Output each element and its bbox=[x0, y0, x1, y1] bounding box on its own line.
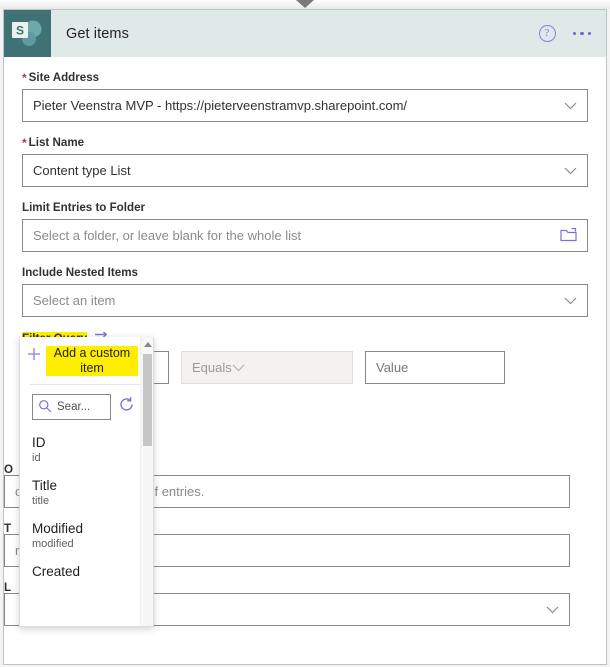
refresh-icon[interactable] bbox=[118, 396, 135, 418]
field-list-name: * List Name Content type List bbox=[22, 136, 588, 187]
site-address-input[interactable]: Pieter Veenstra MVP - https://pieterveen… bbox=[22, 89, 588, 122]
add-custom-item-option[interactable]: Add a custom item bbox=[20, 337, 153, 382]
list-name-label: * List Name bbox=[22, 136, 588, 154]
list-item[interactable]: Title title bbox=[20, 471, 153, 514]
ellipsis-dot bbox=[587, 31, 591, 36]
card-header: S Get items ? bbox=[4, 10, 606, 57]
more-options-icon[interactable] bbox=[572, 31, 591, 36]
filter-query-value-placeholder: Value bbox=[376, 360, 409, 375]
limit-entries-label-text: Limit Entries to Folder bbox=[22, 201, 146, 214]
field-limit-entries-to-folder: Limit Entries to Folder Select a folder,… bbox=[22, 201, 588, 252]
required-indicator: * bbox=[22, 135, 27, 150]
help-icon[interactable]: ? bbox=[538, 25, 556, 42]
limit-entries-placeholder: Select a folder, or leave blank for the … bbox=[33, 228, 302, 243]
ellipsis-dot bbox=[580, 31, 584, 36]
sharepoint-icon: S bbox=[4, 10, 51, 57]
include-nested-input[interactable]: Select an item bbox=[22, 284, 588, 317]
chevron-down-icon[interactable] bbox=[564, 167, 577, 175]
required-indicator: * bbox=[22, 70, 27, 85]
card-header-actions: ? bbox=[538, 25, 607, 42]
add-custom-item-label: Add a custom item bbox=[46, 346, 138, 376]
list-name-input[interactable]: Content type List bbox=[22, 154, 588, 187]
list-name-value: Content type List bbox=[33, 163, 131, 178]
list-item-title: Created bbox=[32, 564, 81, 579]
caret-up-icon[interactable] bbox=[144, 342, 152, 347]
chevron-down-icon[interactable] bbox=[546, 606, 559, 614]
chevron-down-icon[interactable] bbox=[232, 364, 245, 372]
list-item-internal-name: modified bbox=[32, 538, 74, 550]
filter-query-value-input[interactable]: Value bbox=[365, 351, 505, 384]
ellipsis-dot bbox=[572, 31, 576, 36]
dropdown-search-row: Sear... bbox=[20, 385, 153, 428]
include-nested-label: Include Nested Items bbox=[22, 266, 588, 284]
action-card: S Get items ? * Site Address Pieter Veen… bbox=[3, 9, 607, 665]
filter-query-operator-select[interactable]: Equals bbox=[181, 351, 353, 384]
filter-query-operator-value: Equals bbox=[192, 360, 232, 375]
collapse-chevron-icon[interactable] bbox=[296, 0, 314, 8]
site-address-label: * Site Address bbox=[22, 71, 588, 89]
include-nested-label-text: Include Nested Items bbox=[22, 266, 138, 279]
top-strip bbox=[0, 0, 610, 9]
screen: S Get items ? * Site Address Pieter Veen… bbox=[0, 0, 610, 667]
search-input[interactable]: Sear... bbox=[32, 394, 111, 420]
list-item-internal-name: title bbox=[32, 495, 50, 507]
search-placeholder: Sear... bbox=[57, 401, 91, 413]
field-site-address: * Site Address Pieter Veenstra MVP - htt… bbox=[22, 71, 588, 122]
field-include-nested-items: Include Nested Items Select an item bbox=[22, 266, 588, 317]
limit-entries-label: Limit Entries to Folder bbox=[22, 201, 588, 219]
column-dropdown-flyout: Add a custom item Sear... ID id Title ti… bbox=[19, 337, 154, 627]
site-address-value: Pieter Veenstra MVP - https://pieterveen… bbox=[33, 98, 408, 113]
svg-text:S: S bbox=[16, 24, 24, 38]
list-item[interactable]: ID id bbox=[20, 428, 153, 471]
list-item-internal-name: id bbox=[32, 452, 41, 464]
site-address-label-text: Site Address bbox=[28, 71, 100, 84]
list-item[interactable]: Modified modified bbox=[20, 514, 153, 557]
list-item-title: ID bbox=[32, 435, 46, 450]
folder-icon[interactable] bbox=[560, 227, 577, 245]
plus-icon bbox=[26, 346, 42, 367]
list-item-title: Title bbox=[32, 478, 58, 493]
card-title: Get items bbox=[66, 25, 129, 42]
list-name-label-text: List Name bbox=[28, 136, 85, 149]
chevron-down-icon[interactable] bbox=[564, 102, 577, 110]
chevron-down-icon[interactable] bbox=[564, 297, 577, 305]
list-item[interactable]: Created bbox=[20, 557, 153, 585]
scrollbar-thumb[interactable] bbox=[143, 354, 152, 446]
dropdown-scrollbar[interactable] bbox=[140, 337, 153, 626]
limit-entries-input[interactable]: Select a folder, or leave blank for the … bbox=[22, 219, 588, 252]
list-item-title: Modified bbox=[32, 521, 84, 536]
include-nested-placeholder: Select an item bbox=[33, 293, 116, 308]
search-icon bbox=[38, 399, 52, 416]
